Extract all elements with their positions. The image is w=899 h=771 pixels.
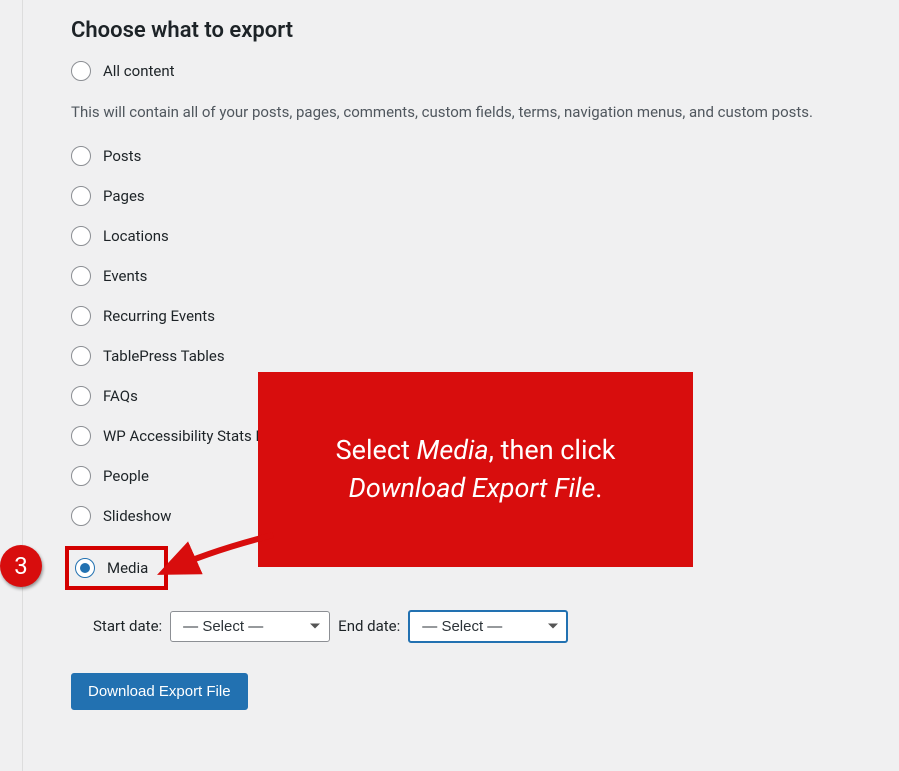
callout-text: Select	[336, 434, 417, 466]
callout-text: .	[595, 472, 602, 504]
option-media[interactable]: Media	[75, 558, 148, 578]
download-export-button[interactable]: Download Export File	[71, 673, 248, 710]
radio-media[interactable]	[75, 558, 95, 578]
option-locations[interactable]: Locations	[71, 226, 851, 246]
section-heading: Choose what to export	[71, 18, 851, 43]
radio-label-locations[interactable]: Locations	[103, 227, 169, 245]
radio-events[interactable]	[71, 266, 91, 286]
callout-text: , then click	[489, 434, 616, 466]
radio-label-people[interactable]: People	[103, 467, 149, 485]
step-badge: 3	[0, 545, 42, 587]
radio-slideshow[interactable]	[71, 506, 91, 526]
callout-em-download: Download Export File	[349, 472, 596, 504]
radio-label-tablepress[interactable]: TablePress Tables	[103, 347, 225, 365]
instruction-callout: Select Media, then click Download Export…	[258, 372, 693, 567]
end-date-select-wrap: — Select —	[408, 610, 568, 643]
highlight-box-media: Media	[65, 546, 168, 590]
start-date-label: Start date:	[93, 617, 162, 635]
option-posts[interactable]: Posts	[71, 146, 851, 166]
radio-label-posts[interactable]: Posts	[103, 147, 141, 165]
option-events[interactable]: Events	[71, 266, 851, 286]
radio-wp-accessibility[interactable]	[71, 426, 91, 446]
radio-locations[interactable]	[71, 226, 91, 246]
radio-recurring-events[interactable]	[71, 306, 91, 326]
end-date-select[interactable]: — Select —	[408, 610, 568, 643]
callout-em-media: Media	[417, 434, 489, 466]
radio-label-all-content[interactable]: All content	[103, 62, 175, 80]
radio-label-faqs[interactable]: FAQs	[103, 387, 138, 405]
radio-label-media[interactable]: Media	[107, 559, 148, 577]
option-recurring-events[interactable]: Recurring Events	[71, 306, 851, 326]
option-tablepress[interactable]: TablePress Tables	[71, 346, 851, 366]
radio-label-pages[interactable]: Pages	[103, 187, 145, 205]
option-pages[interactable]: Pages	[71, 186, 851, 206]
radio-faqs[interactable]	[71, 386, 91, 406]
radio-posts[interactable]	[71, 146, 91, 166]
start-date-select-wrap: — Select —	[170, 611, 330, 642]
radio-pages[interactable]	[71, 186, 91, 206]
radio-label-recurring-events[interactable]: Recurring Events	[103, 307, 215, 325]
date-range-row: Start date: — Select — End date: — Selec…	[93, 610, 851, 643]
radio-tablepress[interactable]	[71, 346, 91, 366]
radio-all-content[interactable]	[71, 61, 91, 81]
radio-label-slideshow[interactable]: Slideshow	[103, 507, 171, 525]
end-date-label: End date:	[338, 617, 400, 635]
help-text: This will contain all of your posts, pag…	[71, 101, 851, 124]
radio-people[interactable]	[71, 466, 91, 486]
start-date-select[interactable]: — Select —	[170, 611, 330, 642]
radio-label-events[interactable]: Events	[103, 267, 147, 285]
option-all-content[interactable]: All content	[71, 61, 851, 81]
